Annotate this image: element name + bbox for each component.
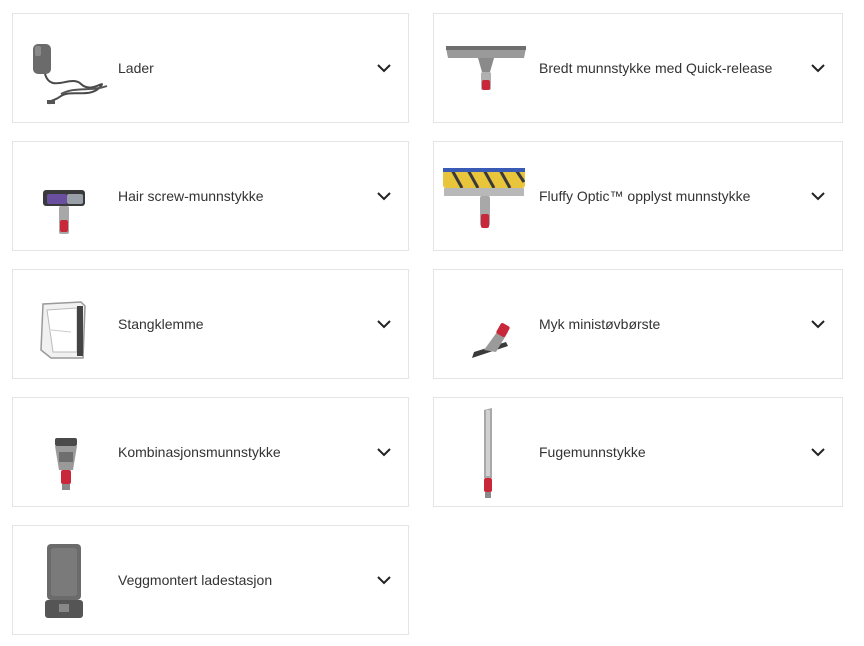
- accessory-label: Fugemunnstykke: [539, 444, 646, 460]
- combination-tool-icon: [21, 408, 111, 498]
- chevron-down-icon[interactable]: [376, 60, 392, 76]
- wand-clip-icon: [21, 280, 111, 370]
- accessory-card-wand-clip[interactable]: Stangklemme: [12, 269, 409, 379]
- accessory-label: Hair screw-munnstykke: [118, 188, 264, 204]
- accessory-card-wall-dock[interactable]: Veggmontert ladestasjon: [12, 525, 409, 635]
- wide-nozzle-icon: [442, 24, 532, 114]
- chevron-down-icon[interactable]: [376, 316, 392, 332]
- accessory-label: Stangklemme: [118, 316, 204, 332]
- accessory-card-mini-dusting-brush[interactable]: Myk ministøvbørste: [433, 269, 843, 379]
- accessory-label: Kombinasjonsmunnstykke: [118, 444, 281, 460]
- accessory-card-crevice-tool[interactable]: Fugemunnstykke: [433, 397, 843, 507]
- fluffy-optic-head-icon: [442, 152, 532, 242]
- charger-icon: [21, 24, 111, 114]
- chevron-down-icon[interactable]: [810, 60, 826, 76]
- chevron-down-icon[interactable]: [810, 316, 826, 332]
- accessory-card-hair-screw-tool[interactable]: Hair screw-munnstykke: [12, 141, 409, 251]
- chevron-down-icon[interactable]: [376, 444, 392, 460]
- accessory-card-combination-tool[interactable]: Kombinasjonsmunnstykke: [12, 397, 409, 507]
- accessory-card-charger[interactable]: Lader: [12, 13, 409, 123]
- accessory-label: Fluffy Optic™ opplyst munnstykke: [539, 188, 751, 204]
- accessory-label: Lader: [118, 60, 154, 76]
- chevron-down-icon[interactable]: [376, 572, 392, 588]
- accessory-card-fluffy-optic[interactable]: Fluffy Optic™ opplyst munnstykke: [433, 141, 843, 251]
- hair-screw-tool-icon: [21, 152, 111, 242]
- accessory-label: Bredt munnstykke med Quick-release: [539, 60, 773, 76]
- chevron-down-icon[interactable]: [810, 188, 826, 204]
- wall-dock-icon: [21, 536, 111, 626]
- accessory-card-wide-nozzle[interactable]: Bredt munnstykke med Quick-release: [433, 13, 843, 123]
- accessory-label: Myk ministøvbørste: [539, 316, 661, 332]
- crevice-tool-icon: [442, 408, 532, 498]
- chevron-down-icon[interactable]: [810, 444, 826, 460]
- mini-soft-dusting-brush-icon: [442, 280, 532, 370]
- chevron-down-icon[interactable]: [376, 188, 392, 204]
- accessory-label: Veggmontert ladestasjon: [118, 572, 273, 588]
